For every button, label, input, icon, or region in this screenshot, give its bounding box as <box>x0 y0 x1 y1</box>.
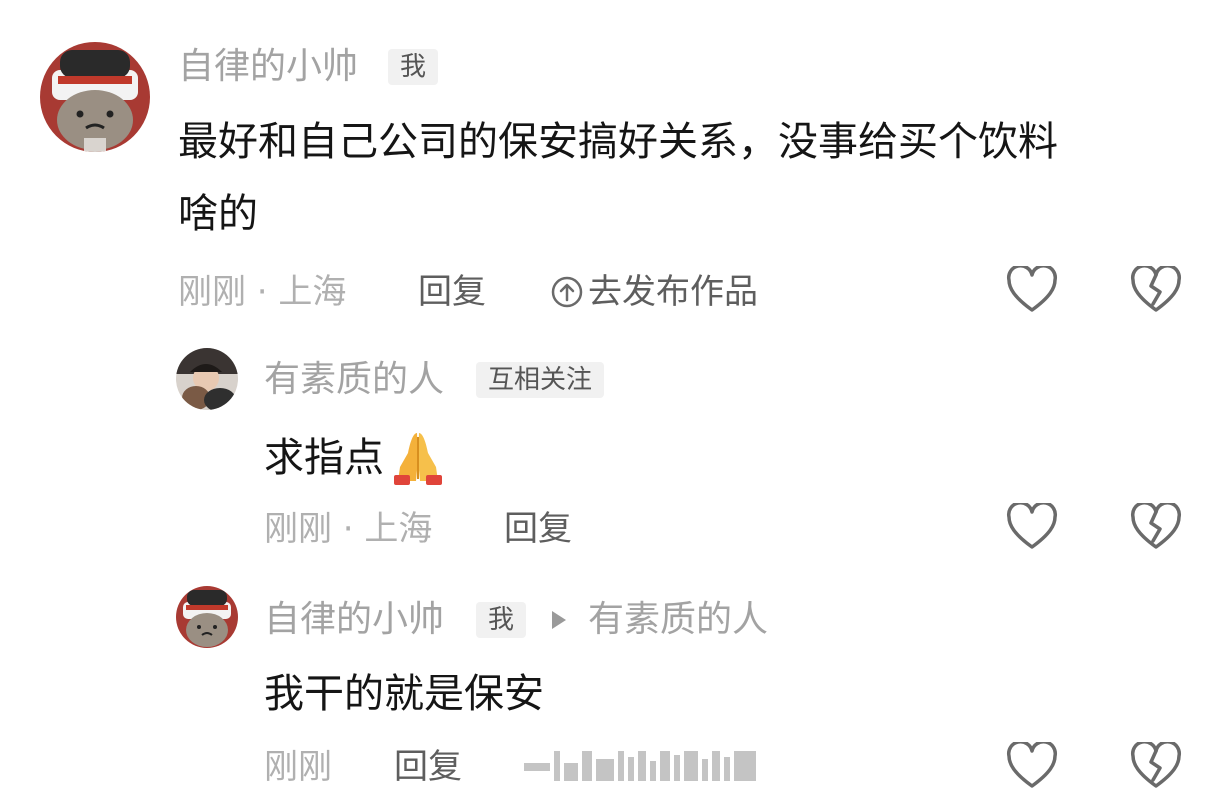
comment-text: 最好和自己公司的保安搞好关系，没事给买个饮料 <box>178 119 1058 165</box>
broken-heart-icon[interactable] <box>1130 503 1182 551</box>
redacted-content <box>524 745 756 781</box>
heart-outline-icon[interactable] <box>1006 503 1058 551</box>
mutual-follow-badge: 互相关注 <box>476 362 605 398</box>
avatar-user-zilv[interactable] <box>176 586 238 648</box>
up-arrow-circle-icon <box>550 275 584 309</box>
reply-arrow-icon <box>552 611 566 629</box>
publish-work-label: 去发布作品 <box>588 272 758 312</box>
comment-text-body: 求指点 <box>264 435 384 481</box>
self-badge: 我 <box>476 602 527 638</box>
comment-text: 我干的就是保安 <box>264 671 544 717</box>
comment-time: 刚刚 <box>264 747 332 787</box>
publish-work-button[interactable]: 去发布作品 <box>550 270 758 314</box>
broken-heart-icon[interactable] <box>1130 266 1182 314</box>
comment-author[interactable]: 自律的小帅 <box>178 45 358 89</box>
heart-outline-icon[interactable] <box>1006 742 1058 790</box>
folded-hands-icon <box>388 429 448 487</box>
self-badge: 我 <box>388 49 439 85</box>
avatar-user-yousuzhi[interactable] <box>176 348 238 410</box>
comment-author[interactable]: 有素质的人 <box>264 358 444 402</box>
heart-outline-icon[interactable] <box>1006 266 1058 314</box>
comment-time-location: 刚刚 · 上海 <box>178 272 347 312</box>
reply-target-author[interactable]: 有素质的人 <box>588 598 768 642</box>
comment-author[interactable]: 自律的小帅 <box>264 598 444 642</box>
reply-button[interactable]: 回复 <box>418 270 486 314</box>
broken-heart-icon[interactable] <box>1130 742 1182 790</box>
comment-time-location: 刚刚 · 上海 <box>264 509 433 549</box>
comment-text: 求指点 <box>264 424 448 492</box>
reply-button[interactable]: 回复 <box>394 745 462 789</box>
reply-button[interactable]: 回复 <box>504 507 572 551</box>
avatar-user-zilv[interactable] <box>40 42 150 152</box>
comment-text-line2: 啥的 <box>178 191 258 237</box>
